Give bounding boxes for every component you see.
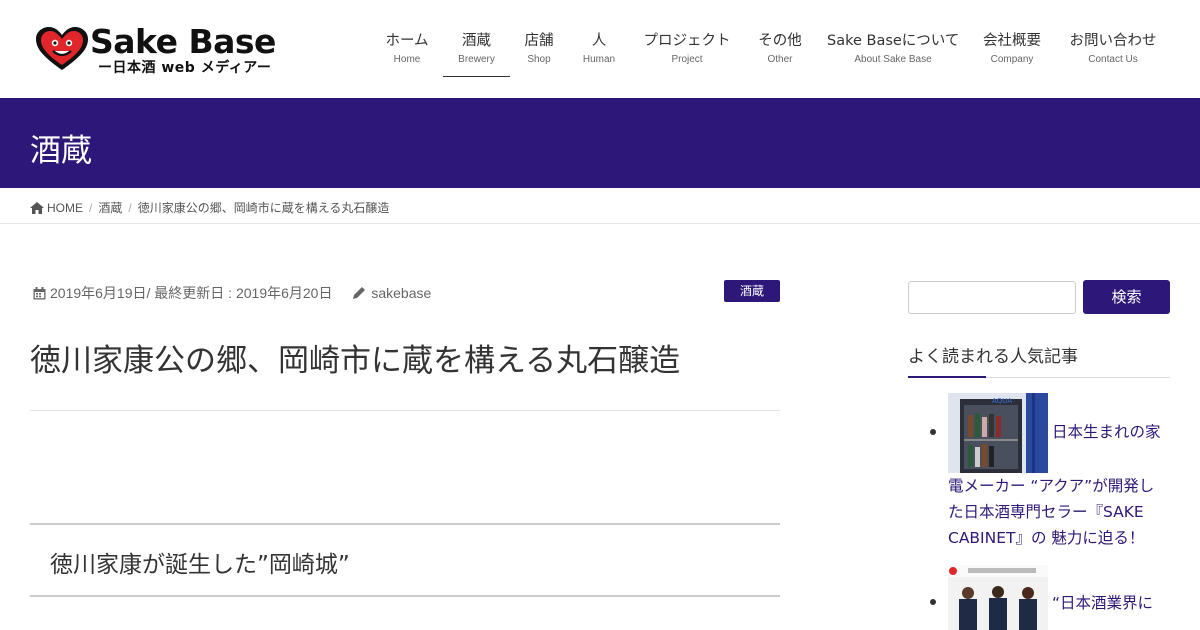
nav-sublabel: Other (767, 54, 793, 65)
nav-sublabel: Shop (527, 54, 551, 65)
published-date: 2019年6月19日 (50, 285, 147, 301)
nav-item-brewery[interactable]: 酒蔵 Brewery (443, 30, 510, 77)
nav-sublabel: Company (990, 54, 1034, 65)
breadcrumb-home[interactable]: HOME (47, 201, 83, 215)
nav-label: 酒蔵 (462, 33, 491, 49)
page-header-band: 酒蔵 (0, 98, 1200, 188)
widget-title: よく読まれる人気記事 (908, 347, 1078, 367)
nav-item-contact[interactable]: お問い合わせ Contact Us (1067, 30, 1159, 77)
nav-item-about[interactable]: Sake Baseについて About Sake Base (827, 30, 959, 77)
nav-sublabel: Brewery (458, 54, 495, 65)
logo-subtitle: ー日本酒 web メディアー (98, 60, 272, 76)
nav-sublabel: Home (393, 54, 421, 65)
nav-item-shop[interactable]: 店舗 Shop (522, 30, 556, 77)
popular-post-link[interactable]: 電メーカー “アクア”が開発した日本酒専門セラー『SAKE CABINET』の … (948, 473, 1166, 551)
nav-sublabel: Human (582, 54, 616, 65)
nav-label: プロジェクト (643, 33, 731, 49)
svg-text:AQUA: AQUA (992, 397, 1012, 405)
search-button[interactable]: 検索 (1083, 280, 1170, 314)
nav-label: Sake Baseについて (827, 33, 960, 49)
heart-logo-icon (36, 27, 88, 70)
home-icon (30, 201, 44, 214)
popular-post-link[interactable]: “日本酒業界に (1052, 590, 1153, 616)
divider (30, 410, 780, 411)
entry-meta: 2019年6月19日 / 最終更新日 : 2019年6月20日 sakebase (33, 283, 431, 303)
breadcrumb: HOME / 酒蔵 / 徳川家康公の郷、岡崎市に蔵を構える丸石醸造 (0, 188, 1200, 224)
breadcrumb-separator: / (128, 200, 132, 215)
site-header: Sake Base ー日本酒 web メディアー ホーム Home 酒蔵 Bre… (0, 0, 1200, 98)
nav-label: 店舗 (524, 33, 554, 49)
post-thumbnail[interactable]: AQUA (948, 393, 1048, 473)
people-photo-image (948, 565, 1048, 630)
sake-cabinet-image: AQUA (948, 393, 1048, 473)
popular-post-link[interactable]: 日本生まれの家 (1052, 419, 1161, 445)
category-badge[interactable]: 酒蔵 (724, 280, 780, 302)
updated-date: / 最終更新日 : 2019年6月20日 (146, 285, 333, 301)
nav-sublabel: About Sake Base (854, 54, 932, 65)
nav-label: その他 (758, 33, 802, 49)
search-input[interactable] (908, 281, 1076, 314)
breadcrumb-separator: / (89, 200, 93, 215)
post-thumbnail[interactable] (948, 565, 1048, 630)
pencil-icon (353, 287, 366, 299)
nav-item-human[interactable]: 人 Human (580, 30, 618, 77)
nav-label: 会社概要 (983, 33, 1041, 49)
breadcrumb-current: 徳川家康公の郷、岡崎市に蔵を構える丸石醸造 (137, 201, 390, 215)
nav-sublabel: Contact Us (1088, 54, 1138, 65)
section-heading-box: 徳川家康が誕生した”岡崎城” (30, 523, 780, 597)
calendar-icon (33, 286, 46, 299)
breadcrumb-category[interactable]: 酒蔵 (98, 199, 122, 216)
author-name[interactable]: sakebase (371, 285, 431, 301)
logo-title: Sake Base (90, 22, 276, 61)
section-heading: 徳川家康が誕生した”岡崎城” (50, 552, 350, 578)
site-logo[interactable]: Sake Base ー日本酒 web メディアー (34, 22, 276, 76)
entry-title: 徳川家康公の郷、岡崎市に蔵を構える丸石醸造 (30, 343, 681, 379)
nav-item-home[interactable]: ホーム Home (384, 30, 430, 77)
nav-label: お問い合わせ (1069, 33, 1157, 49)
list-bullet (930, 599, 936, 605)
page-title: 酒蔵 (30, 133, 92, 169)
global-nav: ホーム Home 酒蔵 Brewery 店舗 Shop 人 Human プロジェ… (370, 30, 1170, 78)
widget-divider-accent (908, 376, 986, 378)
nav-sublabel: Project (671, 54, 703, 65)
nav-label: 人 (591, 33, 607, 49)
nav-label: ホーム (385, 33, 429, 49)
nav-item-project[interactable]: プロジェクト Project (641, 30, 733, 77)
nav-item-other[interactable]: その他 Other (756, 30, 804, 77)
nav-item-company[interactable]: 会社概要 Company (981, 30, 1043, 77)
list-bullet (930, 429, 936, 435)
